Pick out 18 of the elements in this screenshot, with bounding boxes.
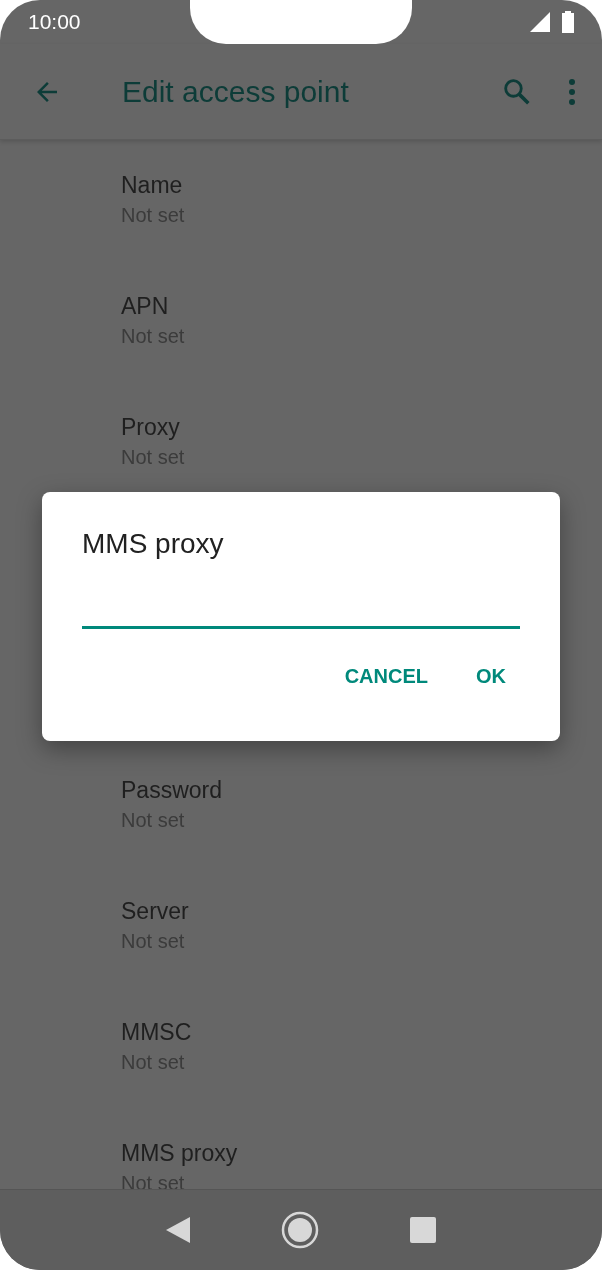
screen-title: Edit access point [122,74,350,109]
recents-icon[interactable] [410,1217,437,1243]
setting-label[interactable]: MMS proxy [121,1138,238,1168]
signal-icon [530,12,550,32]
back-icon[interactable] [165,1217,190,1243]
more-options-icon[interactable] [568,77,576,106]
battery-icon [562,11,574,33]
setting-label[interactable]: Server [121,896,189,926]
setting-label[interactable]: MMSC [121,1017,192,1047]
setting-label[interactable]: Name [121,170,183,200]
setting-label[interactable]: Proxy [121,412,180,442]
setting-label[interactable]: Password [121,775,222,805]
home-icon[interactable] [281,1211,319,1249]
dialog-title: MMS proxy [82,528,225,560]
setting-label[interactable]: APN [121,291,169,321]
status-time: 10:00 [28,10,81,34]
dialog-button[interactable]: CANCEL [338,659,434,694]
dialog-button[interactable]: OK [470,659,512,694]
